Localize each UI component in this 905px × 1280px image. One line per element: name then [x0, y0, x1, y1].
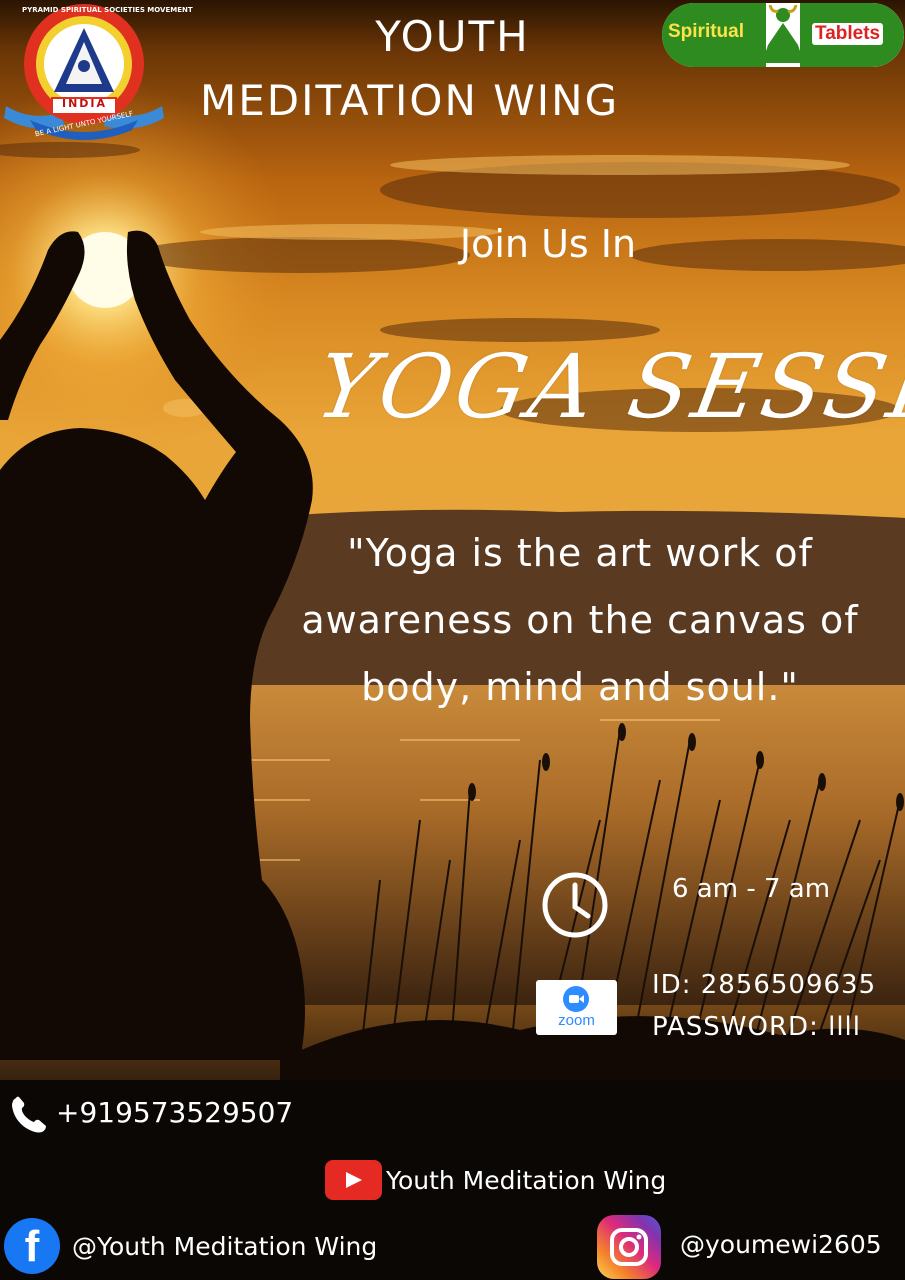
logo-country: INDIA [62, 97, 108, 110]
facebook-page-link[interactable]: @Youth Meditation Wing [72, 1232, 377, 1261]
session-time: 6 am - 7 am [672, 874, 831, 904]
title-line-2: MEDITATION WING [200, 76, 620, 125]
event-title: YOGA SESSION [308, 335, 905, 438]
phone-number[interactable]: +919573529507 [56, 1096, 293, 1129]
clock-icon [542, 872, 608, 938]
yoga-quote: "Yoga is the art work of awareness on th… [301, 531, 859, 709]
instagram-handle-link[interactable]: @youmewi2605 [680, 1230, 882, 1259]
youtube-icon[interactable] [325, 1160, 382, 1200]
facebook-icon[interactable]: f [4, 1218, 60, 1274]
zoom-camera-icon [563, 986, 589, 1012]
invite-text: Join Us In [459, 222, 637, 266]
zoom-logo: zoom [536, 980, 617, 1035]
phone-icon [12, 1096, 46, 1133]
yoga-poster: INDIA BE A LIGHT UNTO YOURSELF PYRAMID S… [0, 0, 905, 1280]
zoom-password[interactable]: PASSWORD: llll [652, 1012, 861, 1042]
sea [200, 685, 905, 1005]
zoom-logo-text: zoom [558, 1012, 595, 1029]
title-line-1: YOUTH [375, 12, 530, 61]
instagram-icon[interactable] [597, 1215, 661, 1279]
youtube-channel-link[interactable]: Youth Meditation Wing [386, 1166, 666, 1195]
zoom-meeting-id[interactable]: ID: 2856509635 [652, 970, 876, 1000]
